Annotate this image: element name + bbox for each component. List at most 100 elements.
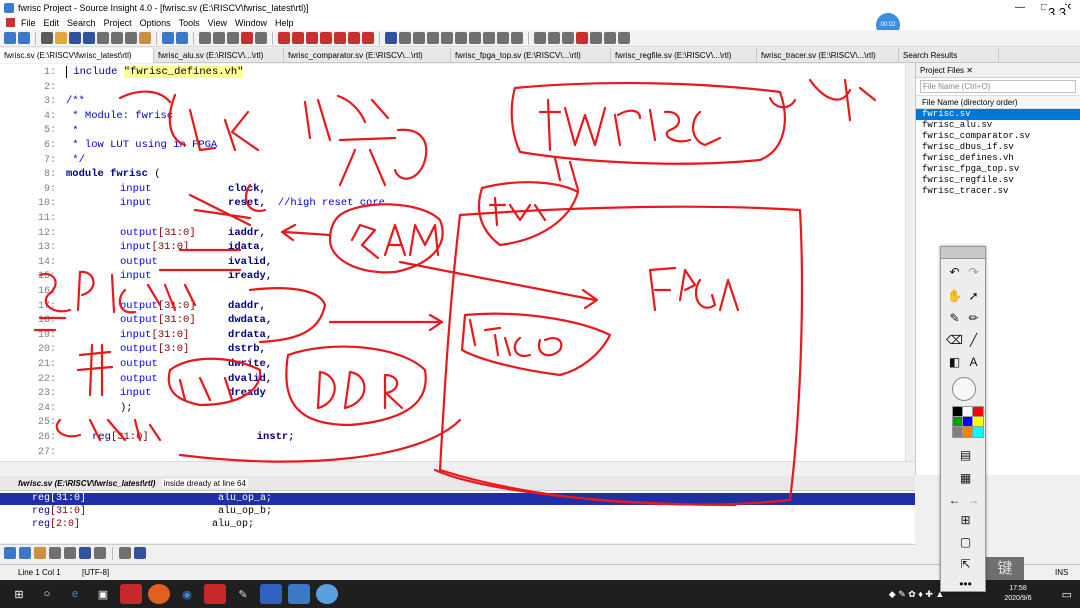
menu-project[interactable]: Project (100, 18, 136, 28)
save-all-icon[interactable] (83, 32, 95, 44)
file-list-item[interactable]: fwrisc_alu.sv (916, 120, 1080, 131)
back-icon[interactable] (4, 32, 16, 44)
copy-icon[interactable] (125, 32, 137, 44)
line-icon[interactable]: ╱ (965, 331, 982, 348)
tray-icons[interactable]: ◆ ✎ ✿ ♦ ✚ ▲ (889, 589, 945, 600)
context-icon[interactable] (413, 32, 425, 44)
close-icon[interactable]: ✕ (966, 66, 973, 75)
symbol-icon[interactable] (213, 32, 225, 44)
hand-icon[interactable]: ✋ (946, 287, 963, 304)
forward-icon[interactable] (18, 32, 30, 44)
whiteboard-icon[interactable]: ▦ (957, 469, 974, 486)
file-list-item[interactable]: fwrisc_defines.vh (916, 153, 1080, 164)
paste-icon[interactable] (139, 32, 151, 44)
window-icon[interactable] (455, 32, 467, 44)
marker-icon[interactable]: ✏ (965, 309, 982, 326)
color-swatch[interactable] (962, 426, 974, 438)
tab-fwrisc-regfile[interactable]: fwrisc_regfile.sv (E:\RISCV\...\rtl) (611, 48, 757, 63)
menu-search[interactable]: Search (63, 18, 100, 28)
search-icon[interactable]: ○ (36, 584, 58, 604)
pen-size-icon[interactable] (952, 377, 976, 401)
lock-icon[interactable] (119, 547, 131, 559)
replace-icon[interactable] (320, 32, 332, 44)
color-swatch[interactable] (962, 406, 974, 418)
tool-icon[interactable] (604, 32, 616, 44)
flash-icon[interactable] (204, 584, 226, 604)
open-folder-icon[interactable] (55, 32, 67, 44)
next-page-icon[interactable]: → (965, 491, 982, 508)
redo-icon[interactable]: ↷ (965, 263, 982, 280)
context-window[interactable]: reg[31:0] alu_op_a; reg[31:0] alu_op_b; reg[… (0, 491, 915, 543)
palette-header[interactable] (941, 247, 985, 259)
relation-icon[interactable] (399, 32, 411, 44)
browse-icon[interactable] (199, 32, 211, 44)
app-red-icon[interactable] (120, 584, 142, 604)
extra-icon[interactable] (618, 32, 630, 44)
color-swatch[interactable] (952, 426, 964, 438)
undo-icon[interactable]: ↶ (946, 263, 963, 280)
file-list-item[interactable]: fwrisc_tracer.sv (916, 186, 1080, 197)
gear-icon[interactable] (134, 547, 146, 559)
close-file-icon[interactable] (576, 32, 588, 44)
context-line[interactable]: reg[31:0] alu_op_b; (0, 506, 915, 518)
editor-vertical-scrollbar[interactable] (905, 64, 915, 461)
text-icon[interactable]: A (965, 353, 982, 370)
find-prev-icon[interactable] (306, 32, 318, 44)
find-next-icon[interactable] (292, 32, 304, 44)
edge-icon[interactable]: e (64, 584, 86, 604)
pen-icon[interactable]: ✎ (232, 584, 254, 604)
shape-icon[interactable]: ◧ (946, 353, 963, 370)
file-list-item[interactable]: fwrisc_comparator.sv (916, 131, 1080, 142)
refresh-icon[interactable] (79, 547, 91, 559)
menu-options[interactable]: Options (136, 18, 175, 28)
context-line[interactable]: reg[2:0] alu_op; (0, 519, 915, 531)
split-icon[interactable] (483, 32, 495, 44)
lookup-icon[interactable] (227, 32, 239, 44)
minimize-button[interactable]: — (1008, 0, 1032, 15)
menu-tools[interactable]: Tools (175, 18, 204, 28)
wps-icon[interactable] (288, 584, 310, 604)
color-swatch[interactable] (972, 426, 984, 438)
eraser-icon[interactable]: ⌫ (946, 331, 963, 348)
save-icon[interactable] (69, 32, 81, 44)
tab-fwrisc-tracer[interactable]: fwrisc_tracer.sv (E:\RISCV\...\rtl) (757, 48, 899, 63)
tab-search-results[interactable]: Search Results (899, 48, 999, 63)
grid-icon[interactable]: ⊞ (957, 511, 974, 528)
indent-icon[interactable] (562, 32, 574, 44)
screen-icon[interactable]: ▢ (957, 533, 974, 550)
file-list-item[interactable]: fwrisc_fpga_top.sv (916, 164, 1080, 175)
tab-fwrisc-comparator[interactable]: fwrisc_comparator.sv (E:\RISCV\...\rtl) (284, 48, 451, 63)
references-icon[interactable] (348, 32, 360, 44)
layout-icon[interactable] (427, 32, 439, 44)
menu-view[interactable]: View (204, 18, 231, 28)
color-swatch[interactable] (952, 406, 964, 418)
new-file-icon[interactable] (41, 32, 53, 44)
windows-start-icon[interactable]: ⊞ (8, 584, 30, 604)
file-search-input[interactable]: File Name (Ctrl+O) (920, 80, 1076, 93)
color-swatch[interactable] (962, 416, 974, 428)
new-page-icon[interactable]: ▤ (957, 446, 974, 463)
color-swatch[interactable] (972, 406, 984, 418)
context-line[interactable]: reg[31:0] alu_op_a; (0, 493, 915, 505)
file-list-item[interactable]: fwrisc_regfile.sv (916, 175, 1080, 186)
color-picker[interactable] (952, 406, 984, 438)
lock-icon[interactable] (34, 547, 46, 559)
file-list-item[interactable]: fwrisc.sv (916, 109, 1080, 120)
jump-icon[interactable] (255, 32, 267, 44)
options-icon[interactable] (511, 32, 523, 44)
tab-fwrisc[interactable]: fwrisc.sv (E:\RISCV\fwrisc_latest\rtl) (0, 48, 154, 63)
pointer-icon[interactable]: ➚ (965, 287, 982, 304)
find-icon[interactable] (278, 32, 290, 44)
cortana-icon[interactable]: ◉ (176, 584, 198, 604)
menu-window[interactable]: Window (231, 18, 271, 28)
project-icon[interactable] (385, 32, 397, 44)
view-icon[interactable] (590, 32, 602, 44)
panel-icon[interactable] (441, 32, 453, 44)
color-swatch[interactable] (952, 416, 964, 428)
menu-file[interactable]: File (17, 18, 40, 28)
sync-icon[interactable] (497, 32, 509, 44)
outline-icon[interactable] (534, 32, 546, 44)
clock[interactable]: 17:58 2020/9/6 (1004, 584, 1031, 604)
copy-icon[interactable] (49, 547, 61, 559)
tile-icon[interactable] (469, 32, 481, 44)
